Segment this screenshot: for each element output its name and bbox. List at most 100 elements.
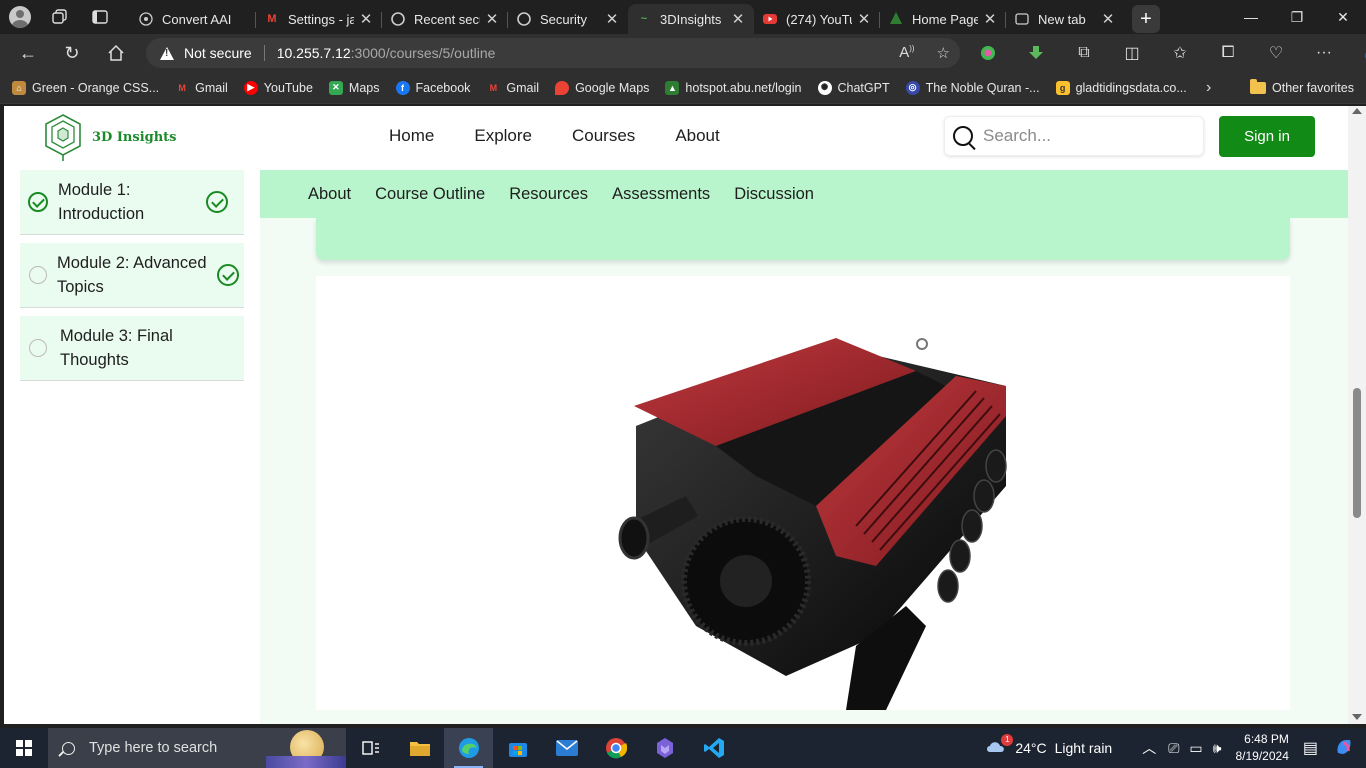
page-scrollbar[interactable] (1348, 106, 1366, 724)
mail-button[interactable] (542, 728, 591, 768)
search-input[interactable] (983, 126, 1183, 146)
network-icon[interactable]: ▭ (1189, 740, 1202, 757)
close-icon[interactable]: ✕ (982, 10, 998, 28)
browser-tab[interactable]: Security ✕ (508, 4, 628, 34)
google-icon (390, 11, 406, 27)
tab-resources[interactable]: Resources (509, 185, 588, 204)
back-button[interactable]: ← (6, 37, 50, 69)
folder-icon (1250, 78, 1266, 94)
browser-tab[interactable]: New tab ✕ (1006, 4, 1124, 34)
favorite-item[interactable]: Google Maps (555, 80, 649, 95)
browser-tab[interactable]: Recent secu ✕ (382, 4, 508, 34)
tab-about[interactable]: About (308, 185, 351, 204)
favorite-item[interactable]: M Gmail (486, 81, 539, 95)
minimize-button[interactable]: — (1228, 0, 1274, 34)
favorite-item[interactable]: ▲ hotspot.abu.net/login (665, 80, 802, 95)
nav-home[interactable]: Home (389, 126, 434, 146)
split-screen-icon[interactable]: ◫ (1108, 43, 1156, 63)
tab-actions-button[interactable] (80, 0, 120, 34)
security-label[interactable]: Not secure (184, 45, 252, 61)
close-icon[interactable]: ✕ (604, 10, 620, 28)
other-favorites[interactable]: Other favorites (1250, 78, 1354, 95)
address-bar[interactable]: Not secure 10.255.7.12:3000/courses/5/ou… (146, 38, 960, 68)
weather-desc[interactable]: Light rain (1055, 740, 1113, 756)
scroll-up-icon[interactable] (1352, 108, 1362, 114)
weather-widget[interactable]: 1 (985, 733, 1014, 759)
url-host[interactable]: 10.255.7.12 (277, 45, 351, 61)
clock[interactable]: 6:48 PM 8/19/2024 (1235, 731, 1288, 765)
favorite-item[interactable]: ▶ YouTube (243, 80, 313, 95)
favorites-icon[interactable]: ✩ (1156, 43, 1204, 63)
extension-circle-icon[interactable] (964, 45, 1012, 61)
task-view-button[interactable] (346, 728, 395, 768)
nav-about[interactable]: About (675, 126, 719, 146)
favorite-item[interactable]: ⌂ Green - Orange CSS... (12, 80, 159, 95)
copilot-icon[interactable] (1348, 43, 1366, 63)
chevron-right-icon[interactable]: › (1206, 79, 1211, 97)
tab-title: Security (540, 11, 587, 27)
sign-in-button[interactable]: Sign in (1219, 116, 1315, 157)
favorite-item[interactable]: M Gmail (175, 81, 227, 95)
vscode-button[interactable] (689, 728, 738, 768)
copilot-icon[interactable] (1334, 737, 1354, 760)
close-icon[interactable]: ✕ (484, 10, 500, 28)
volume-icon[interactable]: 🕪 (1213, 740, 1222, 757)
home-button[interactable] (94, 37, 138, 69)
extensions-icon[interactable]: ⧉ (1060, 44, 1108, 62)
browser-tab[interactable]: Home Page ✕ (880, 4, 1006, 34)
tab-course-outline[interactable]: Course Outline (375, 185, 485, 204)
collections-icon[interactable]: ⧠ (1204, 44, 1252, 62)
notifications-icon[interactable]: ▤ (1303, 738, 1318, 758)
download-extension-icon[interactable] (1012, 45, 1060, 61)
nav-explore[interactable]: Explore (474, 126, 532, 146)
close-icon[interactable]: ✕ (1100, 10, 1116, 28)
chevron-up-icon[interactable]: ︿ (1142, 738, 1156, 758)
edge-button[interactable] (444, 728, 493, 768)
favorite-item[interactable]: ◎ The Noble Quran -... (905, 80, 1040, 95)
close-icon[interactable]: ✕ (856, 10, 872, 28)
favorite-item[interactable]: g gladtidingsdata.co... (1055, 80, 1187, 95)
tab-discussion[interactable]: Discussion (734, 185, 814, 204)
module-item-3[interactable]: Module 3: Final Thoughts (20, 316, 244, 381)
read-aloud-icon[interactable]: A)) (899, 44, 914, 62)
browser-tab-active[interactable]: ~ 3DInsights ✕ (628, 4, 754, 34)
close-window-button[interactable]: ✕ (1320, 0, 1366, 34)
performance-icon[interactable]: ♡ (1252, 43, 1300, 63)
restore-icon: ❐ (1290, 8, 1304, 25)
workspaces-button[interactable] (40, 0, 80, 34)
module-item-1[interactable]: Module 1: Introduction (20, 170, 244, 235)
weather-temp[interactable]: 24°C (1015, 740, 1046, 756)
browser-tab[interactable]: Convert AAI (130, 4, 256, 34)
profile-button[interactable] (0, 0, 40, 34)
close-icon[interactable]: ✕ (730, 10, 746, 28)
nav-courses[interactable]: Courses (572, 126, 635, 146)
url-path[interactable]: :3000/courses/5/outline (351, 45, 496, 61)
more-menu-icon[interactable]: ··· (1300, 44, 1348, 62)
site-logo[interactable]: 3D Insights (42, 112, 177, 162)
tab-assessments[interactable]: Assessments (612, 185, 710, 204)
start-button[interactable] (0, 728, 48, 768)
module-item-2[interactable]: Module 2: Advanced Topics (20, 243, 244, 308)
browser-tab[interactable]: (274) YouTu ✕ (754, 4, 880, 34)
globe-icon (138, 11, 154, 27)
favorite-item[interactable]: ✺ ChatGPT (817, 80, 890, 95)
scroll-down-icon[interactable] (1352, 714, 1362, 720)
visual-studio-button[interactable] (640, 728, 689, 768)
search-icon (62, 741, 75, 755)
refresh-button[interactable]: ↻ (50, 37, 94, 69)
gmail-icon: M (178, 82, 186, 93)
store-button[interactable] (493, 728, 542, 768)
taskbar-search[interactable]: Type here to search (48, 728, 346, 768)
restore-button[interactable]: ❐ (1274, 0, 1320, 34)
browser-tab[interactable]: M Settings - ja ✕ (256, 4, 382, 34)
favorite-item[interactable]: f Facebook (395, 80, 470, 95)
chrome-button[interactable] (591, 728, 640, 768)
3d-model-viewer[interactable] (316, 276, 1290, 710)
meet-now-icon[interactable]: ⎚ (1168, 740, 1179, 757)
favorite-star-icon[interactable]: ☆ (937, 44, 950, 62)
close-icon[interactable]: ✕ (358, 10, 374, 28)
file-explorer-button[interactable] (395, 728, 444, 768)
favorite-item[interactable]: ✕ Maps (328, 80, 380, 95)
scrollbar-thumb[interactable] (1353, 388, 1361, 518)
new-tab-button[interactable]: + (1132, 5, 1160, 33)
